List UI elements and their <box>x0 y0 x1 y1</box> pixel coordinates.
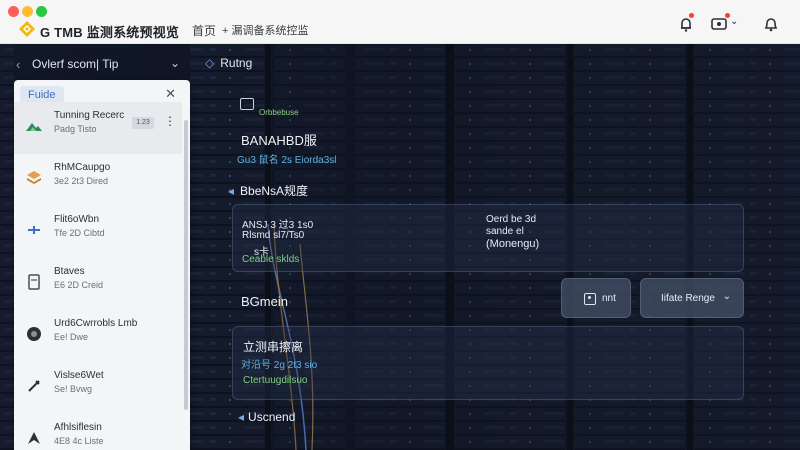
item-subtitle: Tfe 2D Cibtd <box>54 228 105 238</box>
list-item[interactable]: Vislse6Wet Se! Bvwg <box>14 362 182 414</box>
circle-icon <box>24 324 44 344</box>
list-item[interactable]: RhMCaupgo 3e2 2t3 Dired <box>14 154 182 206</box>
scrollbar[interactable] <box>184 120 188 410</box>
item-name: Tunning Recerc <box>54 110 125 121</box>
info-right-line: Oerd be 3d <box>486 214 537 225</box>
document-icon <box>24 272 44 292</box>
move-icon <box>24 220 44 240</box>
info-line: Rlsmd sl7/Ts0 <box>242 230 305 241</box>
arrow-icon <box>24 428 44 448</box>
chevron-down-icon[interactable]: ⌄ <box>170 56 180 70</box>
app-logo-icon <box>18 20 36 38</box>
title-bar: G TMB 监测系统预视览 首页 + 漏调备系统控监 ⌄ <box>0 0 800 44</box>
close-window-button[interactable] <box>8 6 19 17</box>
mountain-icon <box>24 116 44 136</box>
notification-dot <box>689 13 694 18</box>
main-area: ‹ Ovlerf scom| Tip ⌄ Fuide ✕ Tunning Rec… <box>0 44 800 450</box>
section-subtitle: Gu3 鼠名 2s Eiorda3sl <box>237 155 337 166</box>
item-name: Flit6oWbn <box>54 214 100 225</box>
list-item[interactable]: Btaves E6 2D Creid <box>14 258 182 310</box>
item-subtitle: Padg Tisto <box>54 124 97 134</box>
nav-monitor-link[interactable]: + 漏调备系统控监 <box>222 22 308 38</box>
app-title: G TMB 监测系统预视览 <box>40 25 180 40</box>
section-title: BGmein <box>241 294 288 309</box>
chevron-down-icon[interactable]: ⌄ <box>730 16 750 36</box>
status-text: Ceable sklds <box>242 254 300 265</box>
bell-icon[interactable] <box>761 14 781 34</box>
layers-icon <box>24 168 44 188</box>
monitor-icon <box>240 98 254 110</box>
section-title: BANAHBD服 <box>241 133 317 148</box>
list-item[interactable]: Tunning Recerc Padg Tisto 1.23 ⋮ <box>14 102 182 154</box>
status-label: Orbbebuse <box>259 108 299 117</box>
list-item[interactable]: Afhlsiflesin 4E8 4c Liste <box>14 414 182 450</box>
list-item[interactable]: Flit6oWbn Tfe 2D Cibtd <box>14 206 182 258</box>
item-name: Btaves <box>54 266 85 277</box>
minimize-window-button[interactable] <box>22 6 33 17</box>
diamond-icon: ◇ <box>205 56 215 70</box>
nav-home-link[interactable]: 首页 <box>192 22 216 39</box>
item-subtitle: 3e2 2t3 Dired <box>54 176 109 186</box>
item-name: Afhlsiflesin <box>54 422 102 433</box>
section-title: ◂ BbeNsA规度 <box>228 184 309 198</box>
list-item[interactable]: Urd6Cwrrobls Lmb Ee! Dwe <box>14 310 182 362</box>
item-name: Urd6Cwrrobls Lmb <box>54 318 138 329</box>
sidebar-list-panel: Fuide ✕ Tunning Recerc Padg Tisto 1.23 ⋮… <box>14 80 190 450</box>
info-line: ANSJ 3 过3 1s0 <box>242 220 314 231</box>
pen-icon <box>24 376 44 396</box>
more-icon[interactable]: ⋮ <box>164 114 176 128</box>
item-badge: 1.23 <box>132 117 154 129</box>
chevron-left-icon[interactable]: ‹ <box>16 57 20 72</box>
item-subtitle: 4E8 4c Liste <box>54 436 104 446</box>
breadcrumb-label: Rutng <box>220 56 253 70</box>
snapshot-button[interactable]: nnt <box>561 278 631 318</box>
maximize-window-button[interactable] <box>36 6 47 17</box>
range-dropdown[interactable]: Iifate Renge ⌄ <box>640 278 744 318</box>
close-icon[interactable]: ✕ <box>165 86 176 102</box>
status-text: Ctertuugdilsuo <box>243 375 308 386</box>
item-name: RhMCaupgo <box>54 162 111 173</box>
section-title: ◂ Uscnend <box>238 410 296 424</box>
section-title: 立测串擦离 <box>243 340 304 354</box>
item-name: Vislse6Wet <box>54 370 104 381</box>
section-subtitle: 对沿号 2g 2t3 sio <box>241 360 318 371</box>
item-subtitle: E6 2D Creid <box>54 280 104 290</box>
item-subtitle: Se! Bvwg <box>54 384 93 394</box>
info-right-line: (Monengu) <box>486 238 540 250</box>
info-right-line: sande el <box>486 226 524 237</box>
left-panel-header[interactable]: ‹ Ovlerf scom| Tip ⌄ <box>14 54 188 76</box>
breadcrumb[interactable]: ◇ Rutng <box>205 56 252 70</box>
left-panel-title: Ovlerf scom| Tip <box>32 57 119 71</box>
chevron-down-icon: ⌄ <box>722 291 731 302</box>
camera-icon <box>584 293 596 305</box>
item-subtitle: Ee! Dwe <box>54 332 89 342</box>
